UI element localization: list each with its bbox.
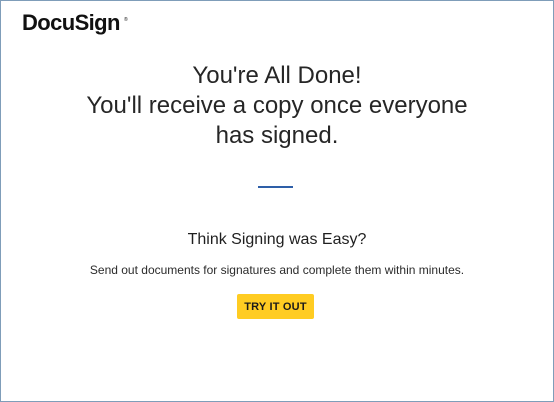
section-divider bbox=[258, 186, 293, 188]
try-it-out-button[interactable]: TRY IT OUT bbox=[237, 294, 314, 319]
promo-description: Send out documents for signatures and co… bbox=[89, 263, 465, 277]
docusign-logo: DocuSign bbox=[22, 10, 120, 35]
headline-line-3: has signed. bbox=[215, 122, 339, 149]
completion-headline: You're All Done! You'll receive a copy o… bbox=[1, 61, 553, 151]
completion-page: DocuSign ® You're All Done! You'll recei… bbox=[0, 0, 554, 402]
headline-line-1: You're All Done! bbox=[192, 62, 362, 89]
trademark-symbol: ® bbox=[124, 17, 128, 23]
headline-line-2: You'll receive a copy once everyone bbox=[86, 92, 468, 119]
promo-heading: Think Signing was Easy? bbox=[187, 231, 367, 248]
